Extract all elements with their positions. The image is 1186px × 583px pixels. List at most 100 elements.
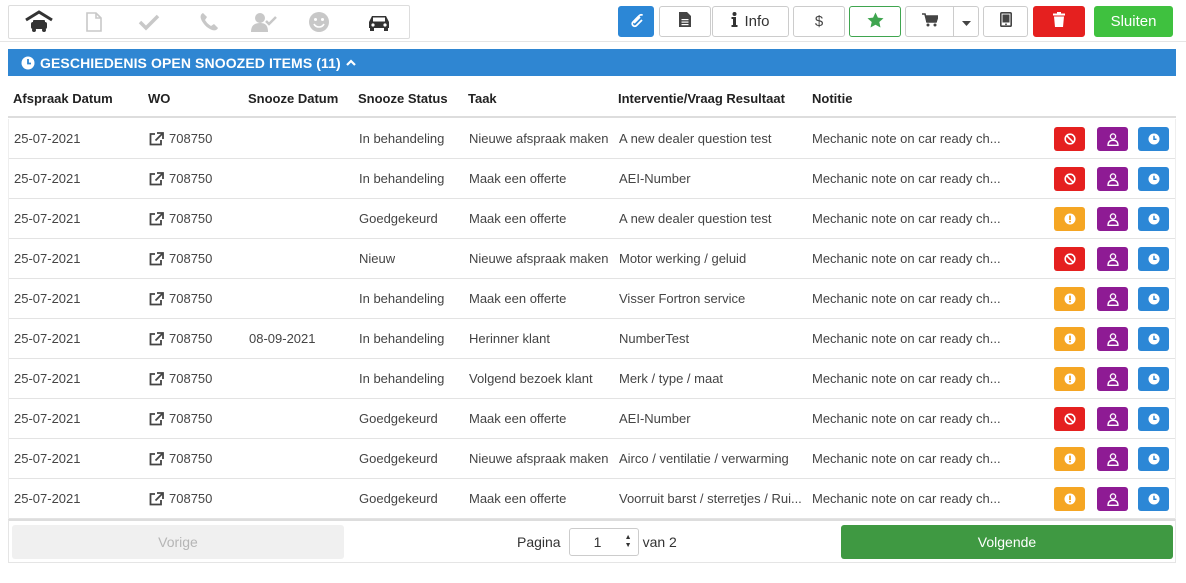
snooze-button[interactable]	[1138, 167, 1169, 191]
snooze-button[interactable]	[1138, 367, 1169, 391]
table-row[interactable]: 25-07-2021 708750 Goedgekeurd Maak een offe…	[9, 399, 1175, 439]
assign-user-button[interactable]	[1097, 247, 1128, 271]
external-link-icon[interactable]	[149, 371, 169, 386]
unsnooze-button[interactable]	[1054, 247, 1085, 271]
table-row[interactable]: 25-07-2021 708750 Goedgekeurd Maak een offe…	[9, 479, 1175, 519]
table-row[interactable]: 25-07-2021 708750 Goedgekeurd Maak een offe…	[9, 199, 1175, 239]
external-link-icon[interactable]	[149, 171, 169, 186]
external-link-icon[interactable]	[149, 251, 169, 266]
step-check[interactable]	[119, 6, 179, 38]
document-button[interactable]	[659, 6, 711, 37]
spinner-arrows-icon[interactable]: ▲ ▼	[625, 534, 632, 550]
delete-button[interactable]	[1033, 6, 1085, 37]
col-notitie[interactable]: Notitie	[812, 91, 852, 106]
assign-user-button[interactable]	[1097, 407, 1128, 431]
table-row[interactable]: 25-07-2021 708750 In behandeling Volgend be…	[9, 359, 1175, 399]
col-snooze-status[interactable]: Snooze Status	[358, 91, 448, 106]
step-car[interactable]	[349, 6, 409, 38]
warning-button[interactable]	[1054, 447, 1085, 471]
wo-number[interactable]: 708750	[169, 171, 212, 186]
next-page-button[interactable]: Volgende	[841, 525, 1173, 559]
cell-wo[interactable]: 708750	[149, 411, 212, 426]
assign-user-button[interactable]	[1097, 487, 1128, 511]
external-link-icon[interactable]	[149, 131, 169, 146]
cell-wo[interactable]: 708750	[149, 451, 212, 466]
col-taak[interactable]: Taak	[468, 91, 497, 106]
cell-wo[interactable]: 708750	[149, 251, 212, 266]
external-link-icon[interactable]	[149, 291, 169, 306]
warning-button[interactable]	[1054, 327, 1085, 351]
snooze-button[interactable]	[1138, 447, 1169, 471]
col-wo[interactable]: WO	[148, 91, 170, 106]
assign-user-button[interactable]	[1097, 127, 1128, 151]
warning-button[interactable]	[1054, 207, 1085, 231]
step-garage[interactable]	[9, 6, 69, 38]
warning-button[interactable]	[1054, 287, 1085, 311]
external-link-icon[interactable]	[149, 411, 169, 426]
assign-user-button[interactable]	[1097, 167, 1128, 191]
col-afspraak-datum[interactable]: Afspraak Datum	[13, 91, 113, 106]
cell-wo[interactable]: 708750	[149, 291, 212, 306]
cell-wo[interactable]: 708750	[149, 331, 212, 346]
favorite-button[interactable]	[849, 6, 901, 37]
snooze-button[interactable]	[1138, 407, 1169, 431]
wo-number[interactable]: 708750	[169, 451, 212, 466]
unsnooze-button[interactable]	[1054, 167, 1085, 191]
assign-user-button[interactable]	[1097, 367, 1128, 391]
table-row[interactable]: 25-07-2021 708750 Nieuw Nieuwe afspraak mak…	[9, 239, 1175, 279]
price-button[interactable]: $	[793, 6, 845, 37]
cell-wo[interactable]: 708750	[149, 171, 212, 186]
wo-number[interactable]: 708750	[169, 331, 212, 346]
unsnooze-button[interactable]	[1054, 407, 1085, 431]
snooze-button[interactable]	[1138, 207, 1169, 231]
panel-header[interactable]: GESCHIEDENIS OPEN SNOOZED ITEMS (11)	[8, 49, 1176, 76]
snooze-button[interactable]	[1138, 247, 1169, 271]
cart-dropdown-toggle[interactable]	[953, 6, 979, 37]
step-smile[interactable]	[289, 6, 349, 38]
user-icon	[1106, 212, 1119, 226]
assign-user-button[interactable]	[1097, 327, 1128, 351]
assign-user-button[interactable]	[1097, 287, 1128, 311]
wo-number[interactable]: 708750	[169, 211, 212, 226]
external-link-icon[interactable]	[149, 211, 169, 226]
warning-button[interactable]	[1054, 367, 1085, 391]
close-button[interactable]: Sluiten	[1094, 6, 1173, 37]
previous-page-button[interactable]: Vorige	[12, 525, 344, 559]
step-user-check[interactable]	[239, 6, 289, 38]
assign-user-button[interactable]	[1097, 447, 1128, 471]
snooze-button[interactable]	[1138, 327, 1169, 351]
snooze-button[interactable]	[1138, 287, 1169, 311]
wo-number[interactable]: 708750	[169, 411, 212, 426]
table-row[interactable]: 25-07-2021 708750 In behandeling Maak een o…	[9, 279, 1175, 319]
wo-number[interactable]: 708750	[169, 131, 212, 146]
cell-wo[interactable]: 708750	[149, 211, 212, 226]
wo-number[interactable]: 708750	[169, 371, 212, 386]
step-phone[interactable]	[179, 6, 239, 38]
col-snooze-datum[interactable]: Snooze Datum	[248, 91, 338, 106]
table-row[interactable]: 25-07-2021 708750 In behandeling Nieuwe afs…	[9, 119, 1175, 159]
col-interventie-resultaat[interactable]: Interventie/Vraag Resultaat	[618, 91, 785, 106]
tablet-button[interactable]	[983, 6, 1028, 37]
cell-wo[interactable]: 708750	[149, 491, 212, 506]
snooze-button[interactable]	[1138, 127, 1169, 151]
external-link-icon[interactable]	[149, 331, 169, 346]
cart-button[interactable]	[905, 6, 954, 37]
snooze-button[interactable]	[1138, 487, 1169, 511]
table-row[interactable]: 25-07-2021 708750 In behandeling Maak een o…	[9, 159, 1175, 199]
unsnooze-button[interactable]	[1054, 127, 1085, 151]
page-number-input[interactable]: 1 ▲ ▼	[568, 528, 639, 556]
table-row[interactable]: 25-07-2021 708750 Goedgekeurd Nieuwe afspra…	[9, 439, 1175, 479]
wo-number[interactable]: 708750	[169, 251, 212, 266]
cell-wo[interactable]: 708750	[149, 131, 212, 146]
table-row[interactable]: 25-07-2021 708750 08-09-2021 In behandeling…	[9, 319, 1175, 359]
info-button[interactable]: Info	[712, 6, 789, 37]
step-document[interactable]	[69, 6, 119, 38]
external-link-icon[interactable]	[149, 451, 169, 466]
external-link-icon[interactable]	[149, 491, 169, 506]
wo-number[interactable]: 708750	[169, 491, 212, 506]
assign-user-button[interactable]	[1097, 207, 1128, 231]
warning-button[interactable]	[1054, 487, 1085, 511]
attachment-button[interactable]	[618, 6, 654, 37]
wo-number[interactable]: 708750	[169, 291, 212, 306]
cell-wo[interactable]: 708750	[149, 371, 212, 386]
